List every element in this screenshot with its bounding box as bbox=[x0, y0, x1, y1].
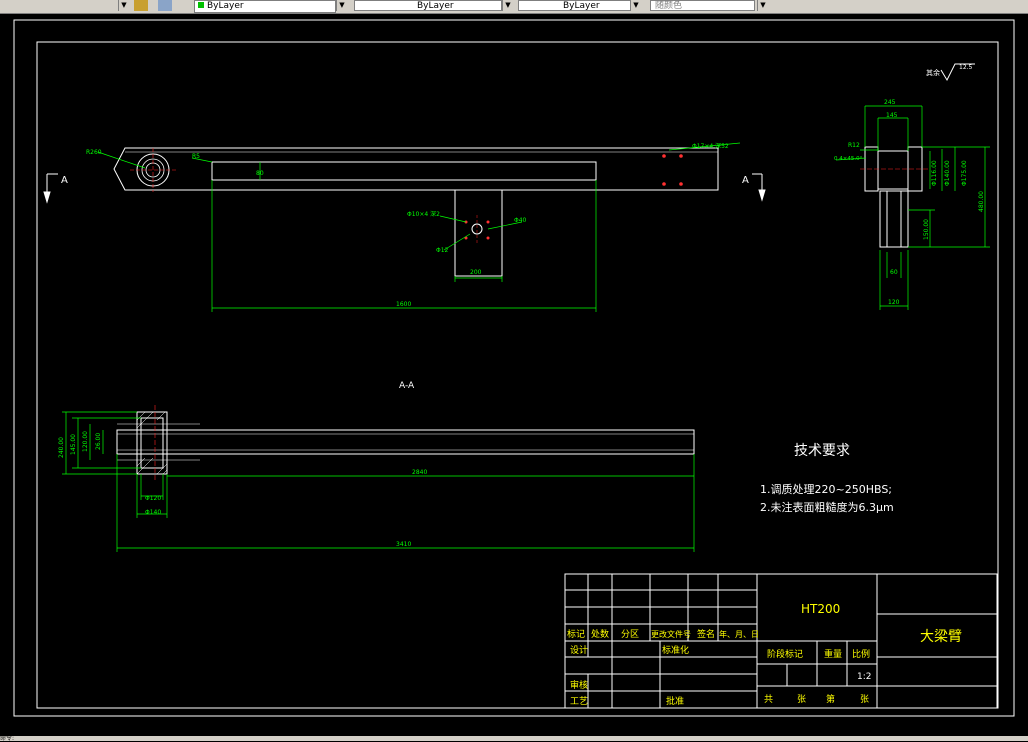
tb-date: 年、月、日 bbox=[719, 629, 759, 639]
tb-count: 处数 bbox=[591, 628, 609, 640]
lineweight-dropdown-value: ByLayer bbox=[563, 1, 600, 11]
linetype-dropdown-value: ByLayer bbox=[417, 1, 454, 11]
tb-sheets: 张 bbox=[797, 694, 806, 705]
dim-r12: R12 bbox=[848, 142, 860, 149]
linetype-dropdown-arrow[interactable]: ▼ bbox=[502, 0, 513, 11]
drawing-svg: 其余 12.5 R260 R5 80 Φ17×4 深52 Φ10×4 深2 Φ4… bbox=[13, 19, 1015, 717]
dim-3410: 3410 bbox=[396, 541, 411, 548]
dim-r260: R260 bbox=[86, 149, 102, 156]
outer-frame bbox=[13, 19, 1015, 717]
top-view-dimensions bbox=[97, 142, 741, 312]
tb-part-name: 大梁臂 bbox=[920, 629, 962, 645]
dim-120: 120 bbox=[888, 299, 900, 306]
dim-small-hole: Φ12 bbox=[436, 247, 449, 254]
color-dropdown[interactable]: ByLayer bbox=[194, 0, 336, 13]
color-dropdown-arrow[interactable]: ▼ bbox=[336, 0, 347, 11]
roughness-value: 12.5 bbox=[959, 64, 973, 71]
tb-weight: 重量 bbox=[824, 648, 842, 660]
dim-d140: Φ140.00 bbox=[944, 160, 951, 186]
color-dropdown-value: ByLayer bbox=[207, 1, 244, 11]
dim-200: 200 bbox=[470, 269, 482, 276]
plotstyle-dropdown-arrow[interactable]: ▼ bbox=[757, 0, 768, 11]
tb-zone: 分区 bbox=[621, 629, 639, 640]
dim-holes-center: Φ10×4 深2 bbox=[407, 210, 440, 218]
section-marks bbox=[43, 173, 766, 204]
dim-holes-small: Φ17×4 深52 bbox=[692, 142, 729, 150]
linetype-dropdown[interactable]: ByLayer bbox=[354, 0, 502, 11]
dim-d116: Φ116.00 bbox=[931, 160, 938, 186]
tb-standard: 标准化 bbox=[662, 644, 689, 656]
tech-requirements-title: 技术要求 bbox=[794, 443, 850, 459]
section-view-title: A-A bbox=[399, 381, 415, 391]
tb-total: 共 bbox=[764, 694, 773, 705]
dim-d175: Φ175.00 bbox=[961, 160, 968, 186]
section-label-left: A bbox=[61, 175, 68, 186]
color-swatch-icon bbox=[198, 2, 204, 8]
lineweight-dropdown-arrow[interactable]: ▼ bbox=[630, 0, 641, 11]
tb-material: HT200 bbox=[801, 602, 840, 616]
dim-120-sec: 120.00 bbox=[82, 431, 89, 452]
lineweight-dropdown[interactable]: ByLayer bbox=[518, 0, 638, 11]
drawing-canvas[interactable]: 其余 12.5 R260 R5 80 Φ17×4 深52 Φ10×4 深2 Φ4… bbox=[0, 14, 1028, 736]
dim-d120: Φ120 bbox=[145, 495, 161, 502]
tb-stage-mark: 阶段标记 bbox=[767, 648, 803, 660]
layer-icon[interactable] bbox=[134, 0, 148, 11]
dim-150: 150.00 bbox=[923, 219, 930, 240]
dim-r5: R5 bbox=[192, 153, 200, 160]
title-block-labels: 标记 处数 分区 更改文件号 签名 年、月、日 设计 标准化 审核 工艺 批准 … bbox=[567, 628, 871, 707]
side-view bbox=[864, 146, 923, 248]
tb-approve: 批准 bbox=[666, 695, 684, 707]
tb-design: 设计 bbox=[570, 644, 588, 656]
dim-80: 80 bbox=[256, 170, 264, 177]
tb-scale-value: 1:2 bbox=[857, 672, 871, 682]
dim-center-hole: Φ40 bbox=[514, 217, 527, 224]
dim-1600: 1600 bbox=[396, 301, 411, 308]
dim-2840: 2840 bbox=[412, 469, 427, 476]
dim-145: 145 bbox=[886, 112, 898, 119]
dim-chamfer: 0.4×45.0° bbox=[834, 156, 863, 162]
dim-145-sec: 145.00 bbox=[70, 434, 77, 455]
tb-check: 审核 bbox=[570, 679, 588, 691]
tb-sheets2: 张 bbox=[860, 694, 869, 705]
section-view-dimensions bbox=[62, 411, 695, 552]
side-view-dimensions bbox=[835, 105, 990, 310]
dim-245: 245 bbox=[884, 99, 896, 106]
tb-page: 第 bbox=[826, 693, 835, 705]
dim-480: 480.00 bbox=[978, 191, 985, 212]
section-label-right: A bbox=[742, 175, 749, 186]
plotstyle-dropdown[interactable]: 随颜色 bbox=[650, 0, 755, 11]
dim-240: 240.00 bbox=[58, 437, 65, 458]
layer-states-icon[interactable] bbox=[158, 0, 172, 11]
tb-sign: 签名 bbox=[697, 628, 715, 640]
tech-item-2: 2.未注表面粗糙度为6.3μm bbox=[760, 500, 894, 514]
dim-60: 60 bbox=[890, 269, 898, 276]
roughness-label: 其余 bbox=[926, 68, 940, 77]
tb-mark: 标记 bbox=[567, 628, 585, 640]
status-bar: 命令: bbox=[0, 736, 1028, 742]
dim-26: 26.00 bbox=[95, 433, 102, 450]
tb-process: 工艺 bbox=[570, 696, 588, 707]
tech-item-1: 1.调质处理220~250HBS; bbox=[760, 483, 892, 496]
plotstyle-dropdown-value: 随颜色 bbox=[655, 1, 683, 11]
section-view bbox=[116, 411, 695, 475]
tb-docno: 更改文件号 bbox=[651, 629, 691, 639]
dropdown-arrow[interactable]: ▼ bbox=[118, 0, 129, 11]
properties-toolbar: ▼ ByLayer ▼ ByLayer ▼ ByLayer ▼ 随颜色 ▼ bbox=[0, 0, 1028, 14]
dim-d140: Φ140 bbox=[145, 509, 161, 516]
tb-scale: 比例 bbox=[852, 648, 870, 660]
